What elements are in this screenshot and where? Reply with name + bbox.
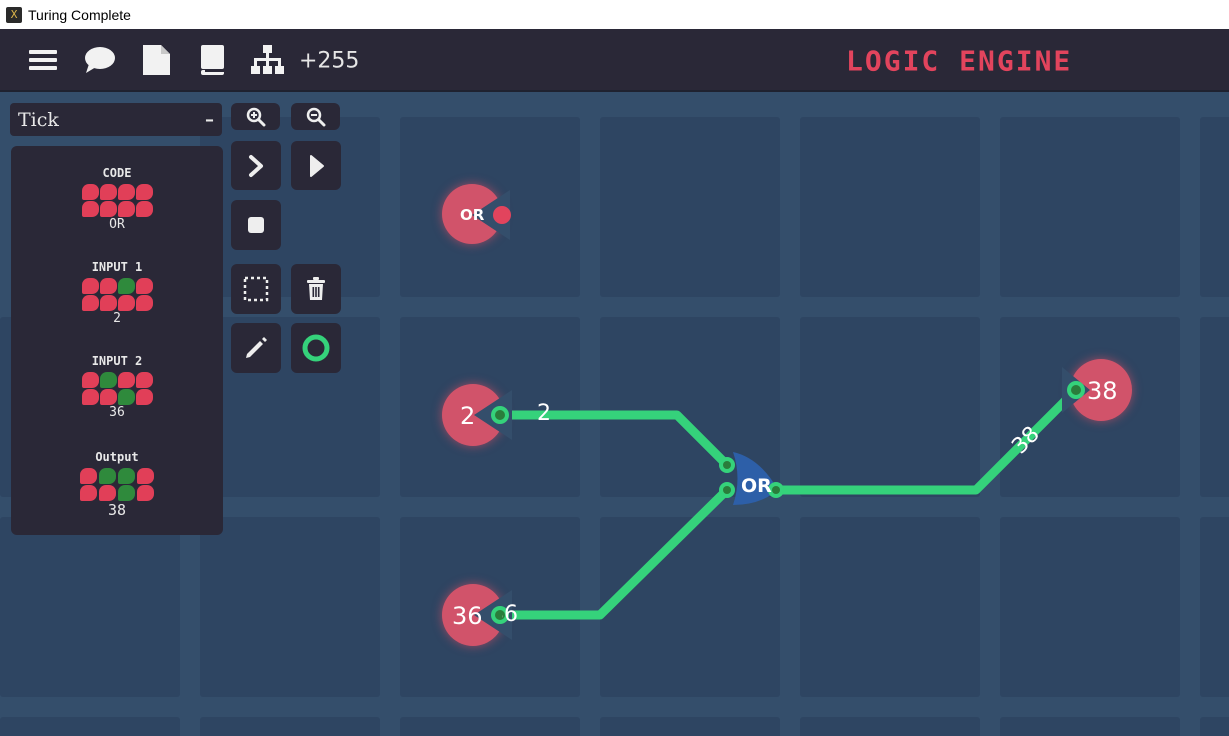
zoom-in-icon	[246, 107, 265, 126]
bit-off	[135, 201, 153, 217]
output-value-text: 38	[107, 501, 127, 519]
bit-on	[117, 485, 135, 501]
stop-icon	[248, 217, 264, 233]
select-icon	[243, 276, 269, 302]
bit-off	[117, 201, 135, 217]
step-button[interactable]	[231, 141, 281, 190]
bit-off	[81, 201, 99, 217]
io-info-panel: CODE OR INPUT 1 2 INPUT 2 36 Output 38	[11, 146, 223, 535]
code-input-pin[interactable]	[493, 206, 511, 224]
bit-off	[135, 295, 153, 311]
input1-value: 2	[460, 402, 476, 430]
bit-off	[117, 295, 135, 311]
zoom-in-button[interactable]	[231, 103, 280, 130]
bit-off	[79, 485, 97, 501]
input1-bits	[81, 278, 153, 311]
ring-icon	[302, 334, 330, 362]
draw-button[interactable]	[231, 323, 281, 373]
output-value: 38	[1087, 377, 1118, 405]
bit-off	[99, 295, 117, 311]
code-bits	[81, 184, 153, 217]
bit-off	[99, 184, 117, 200]
input2-value: 36	[452, 602, 483, 630]
play-icon	[310, 154, 324, 177]
stop-button[interactable]	[231, 200, 281, 250]
bit-on	[117, 278, 135, 294]
bit-off	[136, 485, 154, 501]
wire-input1	[495, 410, 732, 470]
collapse-button[interactable]: –	[205, 109, 214, 130]
code-section: CODE OR	[11, 166, 223, 232]
output-label: Output	[95, 450, 139, 464]
bit-off	[99, 389, 117, 405]
bit-on	[117, 389, 135, 405]
code-label: CODE	[102, 166, 132, 180]
output-section: Output 38	[11, 450, 223, 519]
bit-off	[117, 184, 135, 200]
bit-on	[99, 372, 117, 388]
select-button[interactable]	[231, 264, 281, 314]
bit-on	[98, 468, 116, 484]
input2-label: INPUT 2	[91, 354, 143, 368]
play-button[interactable]	[291, 141, 341, 190]
input2-value-text: 36	[109, 405, 125, 420]
wire-input2	[495, 485, 732, 620]
code-input-label: OR	[460, 206, 485, 224]
bit-off	[81, 389, 99, 405]
step-icon	[249, 154, 263, 177]
input1-section: INPUT 1 2	[11, 260, 223, 326]
delete-button[interactable]	[291, 264, 341, 314]
input1-label: INPUT 1	[91, 260, 143, 274]
tick-select-value: Tick	[18, 108, 59, 131]
input1-wire-label: 2	[537, 401, 551, 426]
tick-select[interactable]: Tick –	[10, 103, 222, 136]
bit-on	[117, 468, 135, 484]
bit-off	[135, 372, 153, 388]
input2-section: INPUT 2 36	[11, 354, 223, 420]
delete-icon	[307, 277, 325, 300]
pencil-icon	[246, 337, 267, 358]
output-pin[interactable]	[1066, 380, 1086, 400]
input1-pin[interactable]	[490, 405, 510, 425]
output-bits	[79, 468, 155, 501]
bit-off	[135, 389, 153, 405]
bit-off	[136, 468, 154, 484]
zoom-out-icon	[306, 107, 325, 126]
zoom-out-button[interactable]	[291, 103, 340, 130]
component-button[interactable]	[291, 323, 341, 373]
bit-off	[81, 184, 99, 200]
code-value: OR	[109, 217, 125, 232]
bit-off	[81, 372, 99, 388]
input1-value-text: 2	[113, 311, 121, 326]
bit-off	[81, 295, 99, 311]
bit-off	[135, 184, 153, 200]
bit-off	[98, 485, 116, 501]
bit-off	[79, 468, 97, 484]
bit-off	[99, 278, 117, 294]
bit-off	[99, 201, 117, 217]
bit-off	[117, 372, 135, 388]
bit-off	[135, 278, 153, 294]
input2-bits	[81, 372, 153, 405]
bit-off	[81, 278, 99, 294]
or-gate-label: OR	[741, 475, 772, 497]
